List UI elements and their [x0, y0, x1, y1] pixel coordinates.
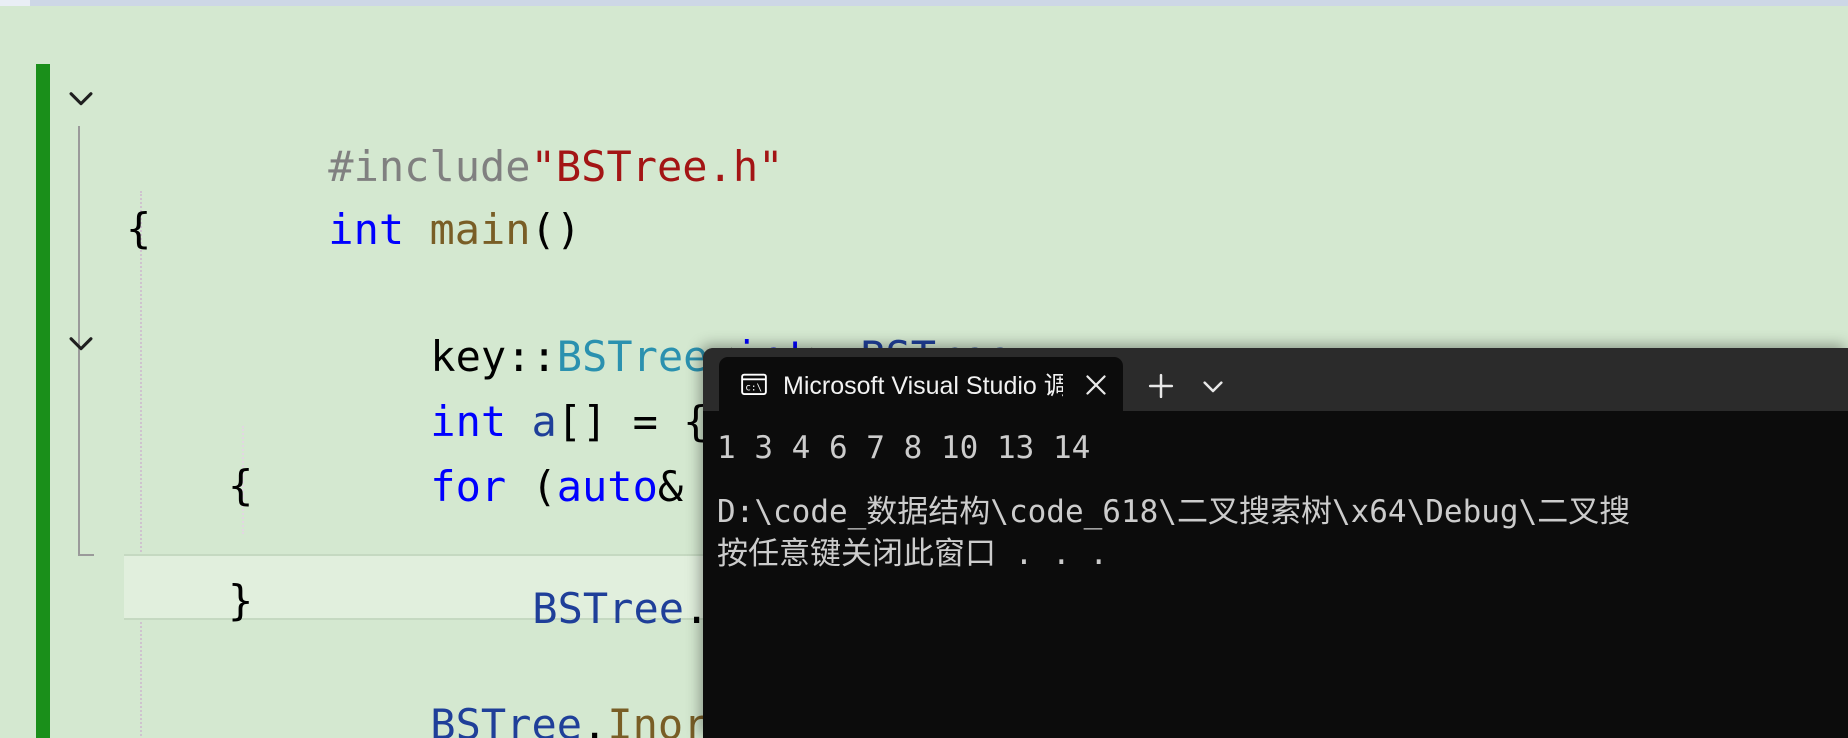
terminal-tab-strip: c:\ Microsoft Visual Studio 调试控	[703, 348, 1848, 411]
terminal-tab-active[interactable]: c:\ Microsoft Visual Studio 调试控	[719, 357, 1123, 411]
terminal-output-spacer	[717, 469, 1848, 491]
terminal-output-path: D:\code_数据结构\code_618\二叉搜索树\x64\Debug\二叉…	[717, 494, 1631, 530]
terminal-output-area[interactable]: 1 3 4 6 7 8 10 13 14 D:\code_数据结构\code_6…	[703, 411, 1848, 738]
code-line-include[interactable]: #include"BSTree.h"	[0, 2, 1848, 191]
code-line-array-decl[interactable]: int a[] = { 8, 3,3, 1, 10, 6, 4, 7, 14, …	[0, 257, 1848, 446]
close-icon[interactable]	[1079, 368, 1113, 402]
svg-text:c:\: c:\	[745, 382, 762, 393]
token-bstree-obj-inorder: BSTree	[430, 700, 583, 738]
console-icon: c:\	[739, 369, 769, 399]
code-line-open-brace[interactable]: {	[0, 130, 1848, 253]
terminal-output-prompt: 按任意键关闭此窗口 . . .	[717, 536, 1108, 572]
code-line-bstree-decl[interactable]: key::BSTree<int> BSTree;	[0, 192, 1848, 381]
chevron-down-icon-terminal-menu[interactable]	[1193, 366, 1233, 406]
token-dot-2: .	[582, 700, 608, 738]
new-tab-button[interactable]	[1141, 366, 1181, 406]
code-line-main[interactable]: int main()	[0, 65, 1848, 254]
screen-root: #include"BSTree.h" int main() { key::BST…	[0, 0, 1848, 738]
debug-console-window[interactable]: c:\ Microsoft Visual Studio 调试控	[703, 348, 1848, 738]
terminal-output-result: 1 3 4 6 7 8 10 13 14	[717, 430, 1091, 466]
terminal-tab-title: Microsoft Visual Studio 调试控	[783, 372, 1063, 400]
